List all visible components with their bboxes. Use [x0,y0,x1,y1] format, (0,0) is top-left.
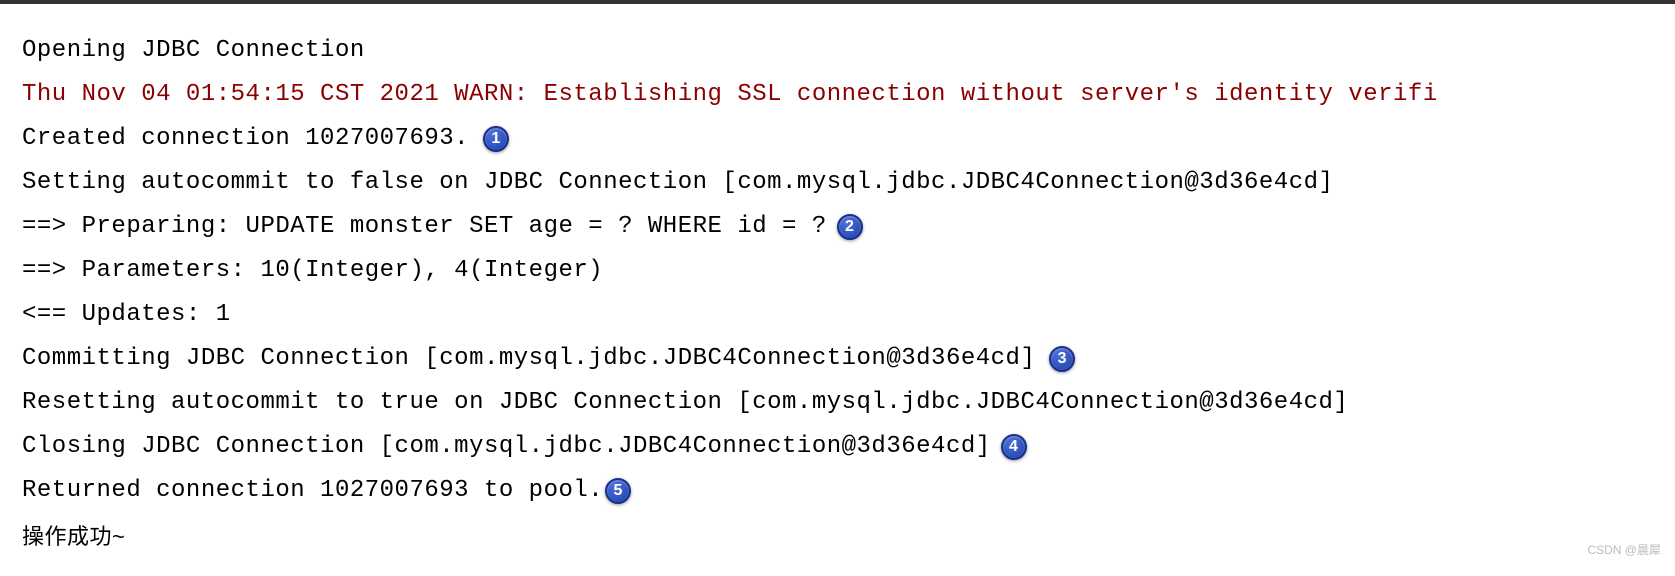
log-line-parameters: ==> Parameters: 10(Integer), 4(Integer) [22,249,1675,293]
log-line-created: Created connection 1027007693. 1 [22,117,1675,161]
log-line-autocommit-false: Setting autocommit to false on JDBC Conn… [22,161,1675,205]
log-text: <== Updates: 1 [22,293,231,337]
log-line-success: 操作成功~ [22,515,1675,559]
annotation-badge-4: 4 [1001,434,1027,460]
annotation-badge-3: 3 [1049,346,1075,372]
log-text: Resetting autocommit to true on JDBC Con… [22,381,1348,425]
log-text: Opening JDBC Connection [22,29,365,73]
log-text: Committing JDBC Connection [com.mysql.jd… [22,337,1035,381]
log-line-closing: Closing JDBC Connection [com.mysql.jdbc.… [22,425,1675,469]
log-line-resetting: Resetting autocommit to true on JDBC Con… [22,381,1675,425]
log-line-warn: Thu Nov 04 01:54:15 CST 2021 WARN: Estab… [22,73,1675,117]
log-text: Closing JDBC Connection [com.mysql.jdbc.… [22,425,991,469]
log-text: ==> Preparing: UPDATE monster SET age = … [22,205,827,249]
annotation-badge-1: 1 [483,126,509,152]
log-text: Thu Nov 04 01:54:15 CST 2021 WARN: Estab… [22,73,1438,117]
annotation-badge-5: 5 [605,478,631,504]
annotation-badge-2: 2 [837,214,863,240]
log-text: Returned connection 1027007693 to pool. [22,469,603,513]
log-line-returned: Returned connection 1027007693 to pool. … [22,469,1675,513]
log-text: 操作成功~ [22,515,125,559]
log-text: Setting autocommit to false on JDBC Conn… [22,161,1333,205]
log-text: ==> Parameters: 10(Integer), 4(Integer) [22,249,603,293]
log-line-opening: Opening JDBC Connection [22,29,1675,73]
log-text: Created connection 1027007693. [22,117,469,161]
watermark-text: CSDN @晨犀 [1587,541,1661,558]
log-line-updates: <== Updates: 1 [22,293,1675,337]
log-line-committing: Committing JDBC Connection [com.mysql.jd… [22,337,1675,381]
log-line-preparing: ==> Preparing: UPDATE monster SET age = … [22,205,1675,249]
